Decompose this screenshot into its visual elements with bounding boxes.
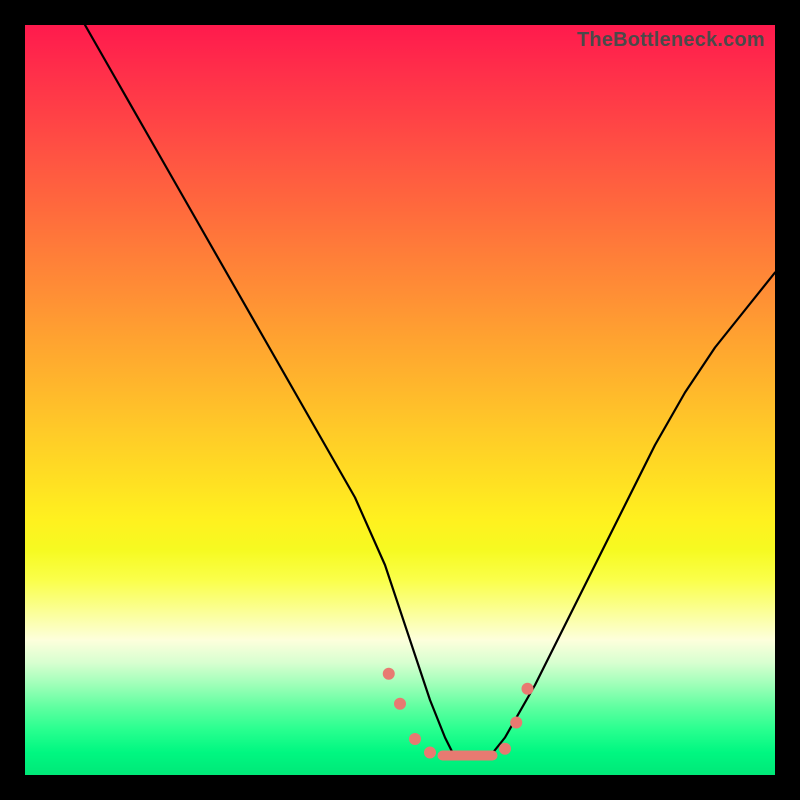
marker-point-0 xyxy=(383,668,395,680)
highlight-markers xyxy=(383,668,534,761)
bottleneck-plot xyxy=(25,25,775,775)
marker-point-6 xyxy=(522,683,534,695)
marker-point-4 xyxy=(499,743,511,755)
marker-point-1 xyxy=(394,698,406,710)
marker-point-3 xyxy=(424,747,436,759)
chart-frame: TheBottleneck.com xyxy=(25,25,775,775)
bottleneck-curve xyxy=(85,25,775,756)
marker-point-5 xyxy=(510,717,522,729)
watermark-text: TheBottleneck.com xyxy=(577,29,765,52)
flat-segment-marker xyxy=(438,751,498,761)
marker-point-2 xyxy=(409,733,421,745)
